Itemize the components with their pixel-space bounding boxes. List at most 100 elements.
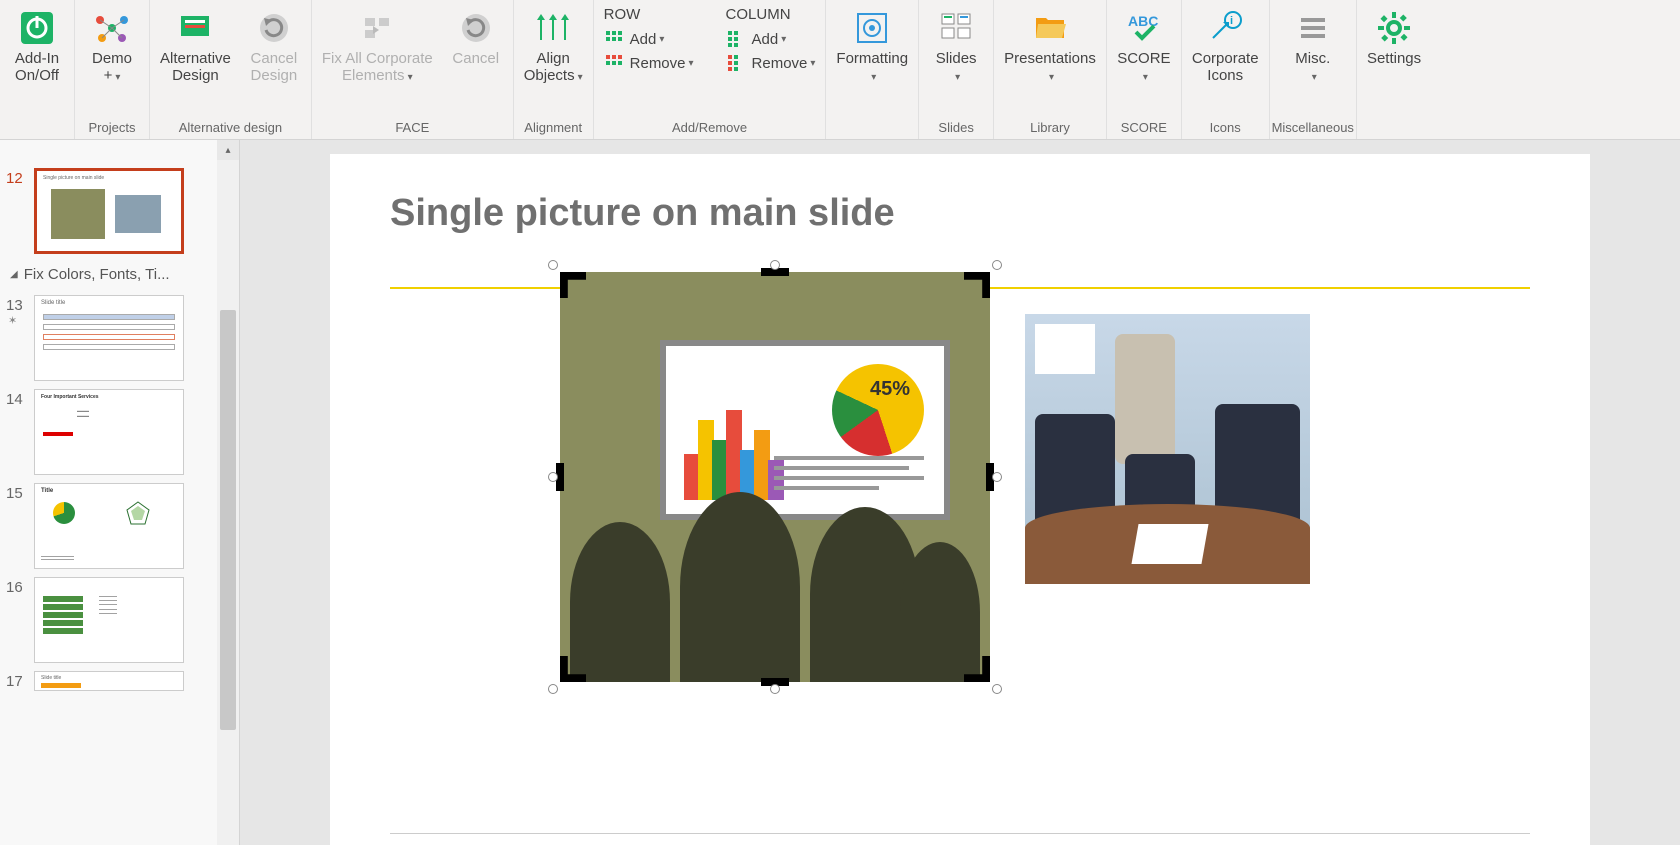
grid-add-icon — [604, 29, 624, 49]
corporate-icons-button[interactable]: i CorporateIcons — [1184, 4, 1267, 89]
selected-image[interactable]: 45% — [560, 272, 990, 682]
selection-handle[interactable] — [770, 684, 780, 694]
scroll-up-arrow-icon[interactable]: ▴ — [217, 140, 239, 160]
row-add-button[interactable]: Add▾ — [604, 27, 665, 51]
meeting-photo[interactable] — [1025, 314, 1310, 584]
align-label: AlignObjects — [524, 50, 575, 84]
row-remove-label: Remove — [630, 55, 686, 72]
col-remove-button[interactable]: Remove▾ — [726, 51, 816, 75]
chevron-down-icon: ▾ — [408, 72, 413, 83]
icons-group-label: Icons — [1210, 118, 1241, 137]
slides-button[interactable]: Slides▾ — [921, 4, 991, 89]
thumb-number: 14 — [6, 389, 34, 408]
thumb-number: 15 — [6, 483, 34, 502]
selection-handle[interactable] — [548, 260, 558, 270]
folder-icon — [1030, 8, 1070, 48]
thumb-12[interactable]: 12 Single picture on main slide — [0, 164, 239, 258]
thumb-13[interactable]: 13✶ Slide title — [0, 291, 239, 385]
settings-button[interactable]: Settings — [1359, 4, 1429, 71]
row-remove-button[interactable]: Remove▾ — [604, 51, 694, 75]
addin-button[interactable]: Add-InOn/Off — [2, 4, 72, 89]
selection-handle[interactable] — [548, 472, 558, 482]
power-icon — [17, 8, 57, 48]
selection-handle[interactable] — [770, 260, 780, 270]
col-add-label: Add — [752, 31, 779, 48]
altdesign-label: AlternativeDesign — [160, 50, 231, 85]
thumb-14[interactable]: 14 Four Important Services ▬▬▬▬▬▬ — [0, 385, 239, 479]
selection-handle[interactable] — [992, 472, 1002, 482]
grid-add-icon — [726, 29, 746, 49]
formatting-button[interactable]: Formatting ▾ — [828, 4, 916, 89]
cancel-face-button[interactable]: Cancel — [441, 4, 511, 71]
group-formatting: Formatting ▾ — [826, 0, 919, 139]
group-face: Fix All CorporateElements▾ Cancel FACE — [312, 0, 514, 139]
score-group-label: SCORE — [1121, 118, 1167, 137]
align-icon — [533, 8, 573, 48]
row-column: ROW Add▾ Remove▾ — [596, 4, 702, 77]
alternative-design-button[interactable]: AlternativeDesign — [152, 4, 239, 89]
align-objects-button[interactable]: AlignObjects▾ — [516, 4, 591, 89]
col-add-button[interactable]: Add▾ — [726, 27, 787, 51]
thumb-image: Slide title — [34, 295, 184, 381]
corpicons-label: CorporateIcons — [1192, 50, 1259, 85]
thumb-image: Slide title — [34, 671, 184, 691]
addremove-group-label: Add/Remove — [672, 118, 747, 137]
thumb-image: Four Important Services ▬▬▬▬▬▬ — [34, 389, 184, 475]
bottom-divider — [390, 833, 1530, 834]
group-altdesign: AlternativeDesign CancelDesign Alternati… — [150, 0, 312, 139]
thumb-15[interactable]: 15 Title ▬▬▬▬▬▬▬▬▬▬▬▬▬▬▬▬▬▬▬▬▬▬ — [0, 479, 239, 573]
alignment-group-label: Alignment — [524, 118, 582, 137]
gear-icon — [1374, 8, 1414, 48]
presentations-button[interactable]: Presentations▾ — [996, 4, 1104, 89]
chevron-down-icon: ▾ — [578, 72, 583, 83]
chevron-down-icon: ▾ — [810, 58, 815, 69]
thumb-16[interactable]: 16 ▬▬▬▬▬▬▬▬▬▬▬▬▬▬▬▬▬▬▬▬▬▬▬▬▬▬▬▬▬▬ — [0, 573, 239, 667]
selection-handle[interactable] — [992, 684, 1002, 694]
section-header[interactable]: ◢ Fix Colors, Fonts, Ti... — [0, 258, 239, 291]
presentation-illustration: 45% — [560, 272, 990, 682]
face-group-label: FACE — [395, 118, 429, 137]
fix-corporate-button[interactable]: Fix All CorporateElements▾ — [314, 4, 441, 89]
chevron-down-icon: ▾ — [115, 72, 120, 83]
thumb-number: 12 — [6, 168, 34, 187]
chevron-down-icon: ▾ — [871, 72, 876, 83]
chevron-down-icon: ▾ — [1312, 72, 1317, 83]
projects-group-label: Projects — [89, 118, 136, 137]
section-title: Fix Colors, Fonts, Ti... — [24, 266, 170, 283]
network-icon — [92, 8, 132, 48]
misc-button[interactable]: Misc. ▾ — [1278, 4, 1348, 89]
settings-label: Settings — [1367, 50, 1421, 67]
thumb-image: Single picture on main slide — [34, 168, 184, 254]
animation-star-icon: ✶ — [8, 314, 34, 327]
cancel-design-button[interactable]: CancelDesign — [239, 4, 309, 89]
col-header: COLUMN — [726, 6, 791, 23]
group-misc: Misc. ▾ Miscellaneous — [1270, 0, 1357, 139]
slide[interactable]: Single picture on main slide — [330, 154, 1590, 845]
group-settings: Settings — [1357, 0, 1431, 139]
chevron-down-icon: ▾ — [659, 34, 664, 45]
main-area: ▴ 12 Single picture on main slide ◢ Fix … — [0, 140, 1680, 845]
chevron-down-icon: ▾ — [1143, 72, 1148, 83]
undo-icon — [456, 8, 496, 48]
slide-canvas-area[interactable]: Single picture on main slide — [240, 140, 1680, 845]
slides-group-label: Slides — [938, 118, 973, 137]
thumb-17[interactable]: 17 Slide title — [0, 667, 239, 695]
selection-handle[interactable] — [992, 260, 1002, 270]
misc-group-label: Miscellaneous — [1272, 118, 1354, 137]
scrollbar-track[interactable]: ▴ — [217, 140, 239, 845]
selection-handle[interactable] — [548, 684, 558, 694]
svg-text:i: i — [1230, 15, 1233, 27]
scrollbar-thumb[interactable] — [220, 310, 236, 730]
formatting-label: Formatting — [836, 50, 908, 67]
grid-remove-icon — [726, 53, 746, 73]
thumb-number: 17 — [6, 671, 34, 690]
misc-label: Misc. — [1295, 50, 1330, 67]
chevron-down-icon: ▾ — [689, 58, 694, 69]
thumb-image: Title ▬▬▬▬▬▬▬▬▬▬▬▬▬▬▬▬▬▬▬▬▬▬ — [34, 483, 184, 569]
slide-title[interactable]: Single picture on main slide — [390, 192, 1530, 235]
demo-button[interactable]: Demo+▾ — [77, 4, 147, 89]
layout-icon — [357, 8, 397, 48]
altdesign-group-label: Alternative design — [179, 118, 282, 137]
group-projects: Demo+▾ Projects — [75, 0, 150, 139]
score-button[interactable]: ABC SCORE▾ — [1109, 4, 1179, 89]
